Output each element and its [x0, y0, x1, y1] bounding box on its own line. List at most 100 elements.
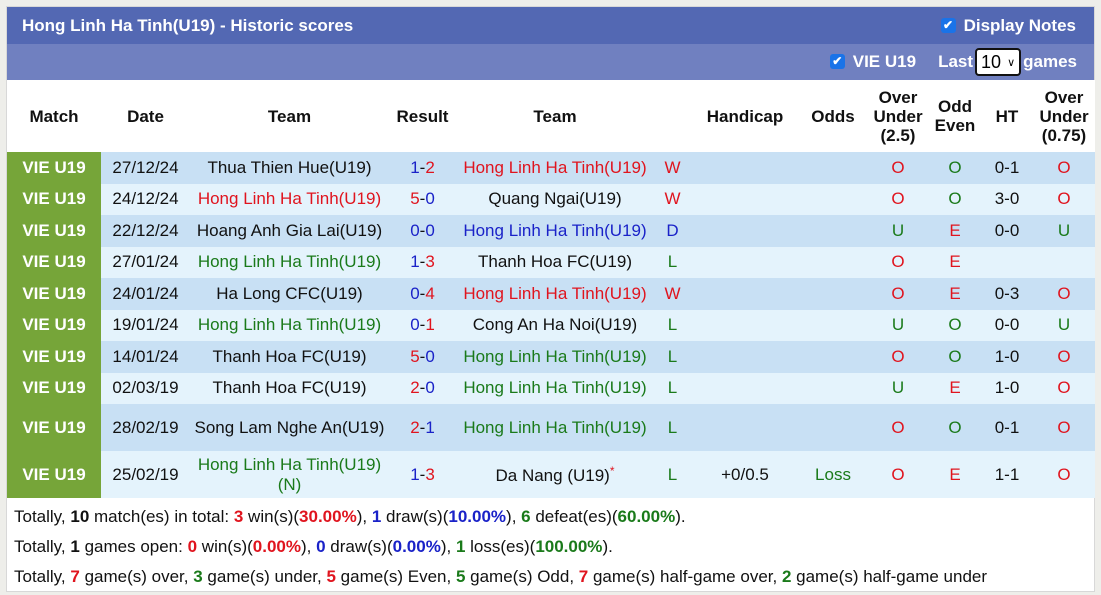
- col-away-team: Team: [456, 80, 654, 152]
- over-under-cell: O: [867, 404, 929, 451]
- odd-even-cell: O: [929, 309, 981, 341]
- col-wdl: [654, 80, 691, 152]
- home-score: 1: [410, 464, 420, 484]
- home-team-link[interactable]: Hong Linh Ha Tinh(U19): [190, 183, 389, 215]
- ht-cell: 0-0: [981, 215, 1033, 247]
- odds-cell: [799, 309, 867, 341]
- handicap-cell: [691, 404, 799, 451]
- result-cell[interactable]: 0-4: [389, 278, 456, 310]
- home-score: 1: [410, 252, 420, 272]
- home-score: 1: [410, 157, 420, 177]
- odd-even-cell: E: [929, 278, 981, 310]
- home-team-link[interactable]: Hong Linh Ha Tinh(U19): [190, 246, 389, 278]
- last-games-select[interactable]: 10 ∨: [975, 48, 1022, 76]
- col-home-team: Team: [190, 80, 389, 152]
- away-team-link[interactable]: Hong Linh Ha Tinh(U19): [456, 152, 654, 184]
- odd-even-cell: O: [929, 341, 981, 373]
- result-cell[interactable]: 0-1: [389, 309, 456, 341]
- result-cell[interactable]: 1-3: [389, 451, 456, 498]
- home-team-link[interactable]: Thanh Hoa FC(U19): [190, 372, 389, 404]
- date-cell: 27/01/24: [101, 246, 190, 278]
- away-score: 0: [425, 189, 435, 209]
- league-cell[interactable]: VIE U19: [7, 183, 101, 215]
- title-bar: Hong Linh Ha Tinh(U19) - Historic scores…: [7, 7, 1094, 44]
- away-score: 3: [425, 464, 435, 484]
- league-cell[interactable]: VIE U19: [7, 451, 101, 498]
- handicap-cell: +0/0.5: [691, 451, 799, 498]
- league-cell[interactable]: VIE U19: [7, 341, 101, 373]
- away-team-link[interactable]: Quang Ngai(U19): [456, 183, 654, 215]
- table-row: VIE U19 25/02/19 Hong Linh Ha Tinh(U19) (N…: [7, 451, 1095, 498]
- result-cell[interactable]: 2-0: [389, 372, 456, 404]
- display-notes-checkbox[interactable]: ✔: [940, 17, 956, 33]
- over-under-cell: O: [867, 152, 929, 184]
- away-team-link[interactable]: Hong Linh Ha Tinh(U19): [456, 404, 654, 451]
- games-label: games: [1023, 52, 1077, 71]
- over-under-cell: U: [867, 215, 929, 247]
- wdl-cell: D: [654, 215, 691, 247]
- col-odds: Odds: [799, 80, 867, 152]
- away-team-link[interactable]: Hong Linh Ha Tinh(U19): [456, 341, 654, 373]
- home-team-link[interactable]: Song Lam Nghe An(U19): [190, 404, 389, 451]
- over-under-ht-cell: O: [1033, 183, 1095, 215]
- away-team-link[interactable]: Thanh Hoa FC(U19): [456, 246, 654, 278]
- result-cell[interactable]: 2-1: [389, 404, 456, 451]
- away-score: 2: [425, 157, 435, 177]
- display-notes-toggle[interactable]: ✔ Display Notes: [940, 15, 1076, 36]
- away-score: 0: [425, 220, 435, 240]
- result-cell[interactable]: 1-2: [389, 152, 456, 184]
- historic-scores-panel: Hong Linh Ha Tinh(U19) - Historic scores…: [6, 6, 1095, 592]
- away-score: 4: [425, 283, 435, 303]
- home-score: 2: [410, 378, 420, 398]
- result-cell[interactable]: 5-0: [389, 183, 456, 215]
- home-score: 5: [410, 189, 420, 209]
- league-cell[interactable]: VIE U19: [7, 152, 101, 184]
- away-team-link[interactable]: Hong Linh Ha Tinh(U19): [456, 215, 654, 247]
- home-team-link[interactable]: Ha Long CFC(U19): [190, 278, 389, 310]
- away-team-link[interactable]: Hong Linh Ha Tinh(U19): [456, 372, 654, 404]
- league-cell[interactable]: VIE U19: [7, 215, 101, 247]
- league-cell[interactable]: VIE U19: [7, 372, 101, 404]
- home-team-link[interactable]: Thanh Hoa FC(U19): [190, 341, 389, 373]
- league-filter-checkbox[interactable]: ✔: [829, 54, 845, 69]
- home-team-link[interactable]: Hoang Anh Gia Lai(U19): [190, 215, 389, 247]
- col-match: Match: [7, 80, 101, 152]
- home-team-link[interactable]: Hong Linh Ha Tinh(U19) (N): [190, 451, 389, 498]
- league-cell[interactable]: VIE U19: [7, 404, 101, 451]
- away-score: 1: [425, 315, 435, 335]
- ht-cell: 0-1: [981, 152, 1033, 184]
- league-cell[interactable]: VIE U19: [7, 278, 101, 310]
- home-team-link[interactable]: Hong Linh Ha Tinh(U19): [190, 309, 389, 341]
- odd-even-cell: E: [929, 215, 981, 247]
- over-under-cell: O: [867, 246, 929, 278]
- league-cell[interactable]: VIE U19: [7, 309, 101, 341]
- league-cell[interactable]: VIE U19: [7, 246, 101, 278]
- odd-even-cell: O: [929, 152, 981, 184]
- odds-cell: [799, 404, 867, 451]
- result-cell[interactable]: 0-0: [389, 215, 456, 247]
- result-cell[interactable]: 1-3: [389, 246, 456, 278]
- ht-cell: 1-0: [981, 372, 1033, 404]
- over-under-ht-cell: O: [1033, 341, 1095, 373]
- summary: Totally, 10 match(es) in total: 3 win(s)…: [7, 498, 1094, 592]
- league-filter-label: VIE U19: [852, 52, 917, 71]
- col-over-under-ht: Over Under (0.75): [1033, 80, 1095, 152]
- away-team-link[interactable]: Da Nang (U19)*: [456, 451, 654, 498]
- result-cell[interactable]: 5-0: [389, 341, 456, 373]
- home-team-link[interactable]: Thua Thien Hue(U19): [190, 152, 389, 184]
- away-score: 0: [425, 346, 435, 366]
- odds-cell: [799, 341, 867, 373]
- odd-even-cell: E: [929, 246, 981, 278]
- over-under-ht-cell: O: [1033, 278, 1095, 310]
- home-score: 0: [410, 315, 420, 335]
- ht-cell: 0-0: [981, 309, 1033, 341]
- date-cell: 24/01/24: [101, 278, 190, 310]
- display-notes-label: Display Notes: [963, 15, 1076, 35]
- over-under-cell: U: [867, 372, 929, 404]
- away-team-link[interactable]: Hong Linh Ha Tinh(U19): [456, 278, 654, 310]
- handicap-cell: [691, 372, 799, 404]
- away-team-link[interactable]: Cong An Ha Noi(U19): [456, 309, 654, 341]
- over-under-cell: U: [867, 309, 929, 341]
- league-filter[interactable]: ✔ VIE U19: [829, 52, 917, 72]
- wdl-cell: L: [654, 451, 691, 498]
